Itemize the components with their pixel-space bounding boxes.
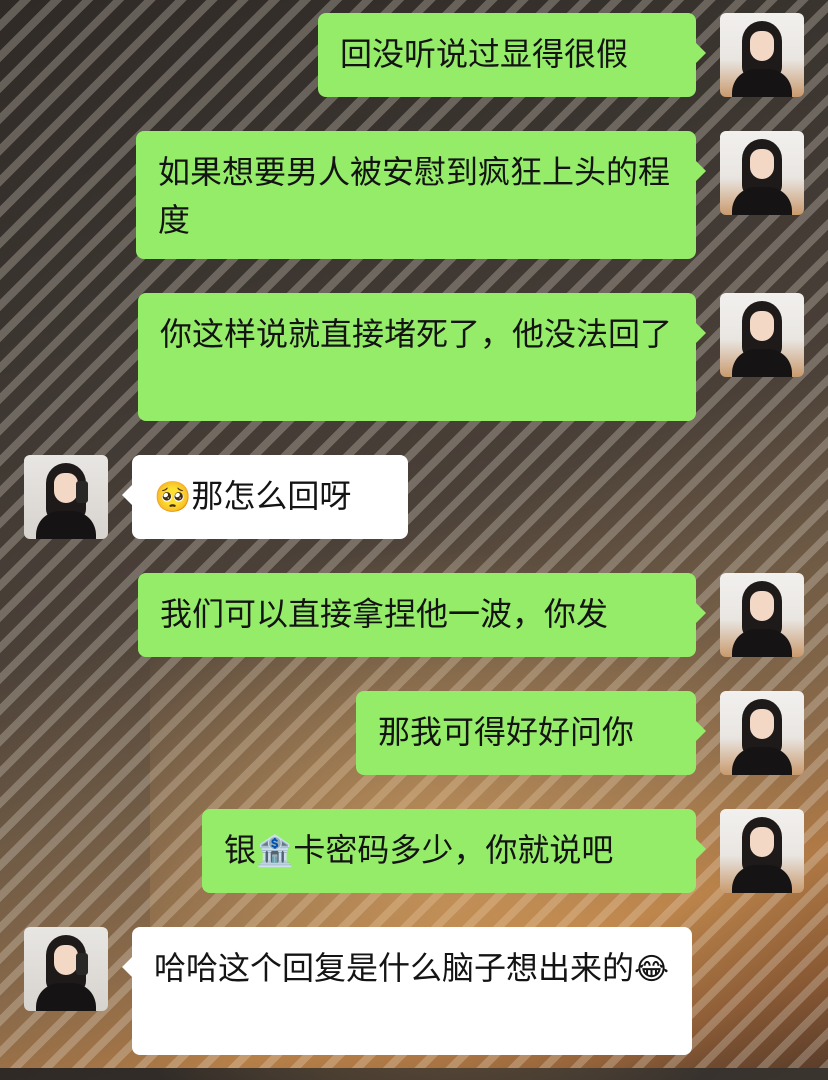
chat-area[interactable]: 回没听说过显得很假 如果想要男人被安慰到疯狂上头的程度 你这样说就直接堵死了，他…: [0, 0, 828, 1068]
message-text: 回没听说过显得很假: [340, 35, 629, 73]
message-text: 如果想要男人被安慰到疯狂上头的程度: [158, 153, 671, 239]
message-text-part: 卡密码多少，你就说吧: [293, 831, 614, 869]
message-text-part: 银: [224, 831, 257, 869]
message-text: 哈哈这个回复是什么脑子想出来的: [154, 949, 635, 987]
bank-icon: 🏦: [256, 834, 294, 869]
pleading-face-icon: 🥺: [154, 480, 192, 515]
contact-avatar[interactable]: [24, 455, 108, 539]
message-bubble-sent[interactable]: 如果想要男人被安慰到疯狂上头的程度: [136, 131, 706, 259]
my-avatar[interactable]: [720, 809, 804, 893]
message-bubble-sent[interactable]: 那我可得好好问你: [356, 691, 706, 775]
my-avatar[interactable]: [720, 573, 804, 657]
message-bubble-received[interactable]: 哈哈这个回复是什么脑子想出来的😂: [122, 927, 692, 1055]
contact-avatar[interactable]: [24, 927, 108, 1011]
message-text: 那怎么回呀: [191, 477, 352, 515]
my-avatar[interactable]: [720, 13, 804, 97]
message-text: 我们可以直接拿捏他一波，你发: [160, 595, 609, 633]
my-avatar[interactable]: [720, 293, 804, 377]
message-bubble-sent[interactable]: 银🏦卡密码多少，你就说吧: [202, 809, 706, 893]
tears-of-joy-icon: 😂: [634, 952, 670, 987]
message-bubble-received[interactable]: 🥺那怎么回呀: [122, 455, 408, 539]
message-bubble-sent[interactable]: 回没听说过显得很假: [318, 13, 706, 97]
my-avatar[interactable]: [720, 131, 804, 215]
my-avatar[interactable]: [720, 691, 804, 775]
message-bubble-sent[interactable]: 你这样说就直接堵死了，他没法回了: [138, 293, 706, 421]
message-text: 那我可得好好问你: [378, 713, 635, 751]
message-bubble-sent[interactable]: 我们可以直接拿捏他一波，你发: [138, 573, 706, 657]
message-text: 你这样说就直接堵死了，他没法回了: [160, 315, 673, 353]
